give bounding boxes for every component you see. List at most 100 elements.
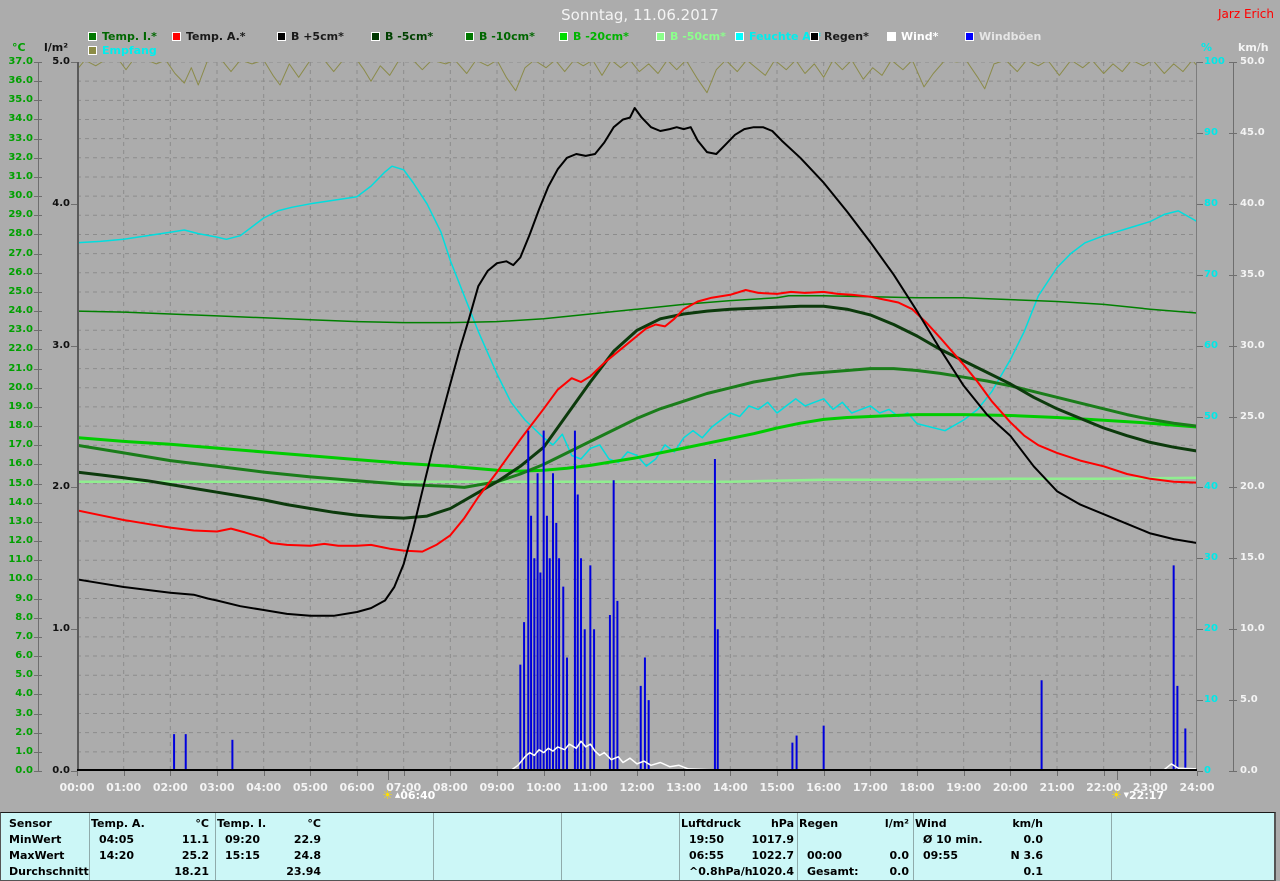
tick-hour — [1104, 771, 1105, 776]
table-separator — [679, 813, 680, 880]
tick-percent — [1197, 700, 1203, 701]
tick-label-celsius: 3.0 — [2, 709, 33, 719]
tick-hour — [1150, 771, 1151, 776]
tick-label-celsius: 21.0 — [2, 364, 33, 374]
axis-line — [38, 62, 39, 771]
tick-label-hour: 17:00 — [853, 781, 888, 794]
empfang-swatch-icon — [88, 46, 97, 55]
tick-label-hour: 02:00 — [153, 781, 188, 794]
tick-label-percent: 80 — [1204, 199, 1218, 209]
table-cell: 09:55N 3.6 — [923, 849, 1043, 862]
tick-label-kmh: 35.0 — [1240, 270, 1265, 280]
cell-time: Gesamt: — [807, 865, 859, 878]
legend-label: Regen* — [824, 30, 869, 43]
tick-hour — [824, 771, 825, 776]
tick-hour — [964, 771, 965, 776]
tick-label-celsius: 7.0 — [2, 632, 33, 642]
tick-hour — [870, 771, 871, 776]
tick-label-hour: 03:00 — [199, 781, 234, 794]
tick-label-celsius: 12.0 — [2, 536, 33, 546]
col-name: Temp. A. — [91, 817, 145, 830]
tick-percent — [1197, 417, 1203, 418]
col-name: Luftdruck — [681, 817, 741, 830]
tick-hour — [264, 771, 265, 776]
tick-celsius — [34, 637, 42, 638]
tick-label-celsius: 6.0 — [2, 651, 33, 661]
sunset-icon: ☀ — [1111, 788, 1122, 802]
tick-label-celsius: 27.0 — [2, 249, 33, 259]
cell-value: 23.94 — [286, 865, 321, 878]
table-col-header: LuftdruckhPa — [681, 817, 794, 830]
cell-value: 1020.4 — [752, 865, 794, 878]
tick-label-hour: 04:00 — [246, 781, 281, 794]
table-cell: Ø 10 min.0.0 — [923, 833, 1043, 846]
legend-item-b-20cm-: B -20cm* — [559, 30, 629, 42]
sunrise-time: 06:40 — [400, 789, 435, 802]
tick-label-lm2: 3.0 — [40, 341, 70, 351]
tick-kmh — [1229, 275, 1237, 276]
tick-label-hour: 00:00 — [59, 781, 94, 794]
tick-celsius — [34, 656, 42, 657]
col-name: Regen — [799, 817, 838, 830]
tick-label-hour: 13:00 — [666, 781, 701, 794]
table-cell: 09:2022.9 — [225, 833, 321, 846]
legend-item-wind-: Wind* — [887, 30, 938, 42]
cell-value: 0.0 — [890, 849, 910, 862]
tick-celsius — [34, 714, 42, 715]
tick-kmh — [1229, 417, 1237, 418]
tick-lm2 — [71, 204, 77, 205]
tick-label-lm2: 5.0 — [40, 57, 70, 67]
tick-label-percent: 60 — [1204, 341, 1218, 351]
tick-label-celsius: 26.0 — [2, 268, 33, 278]
tick-celsius — [34, 445, 42, 446]
tick-celsius — [34, 330, 42, 331]
table-col-header: Temp. A.°C — [91, 817, 209, 830]
legend-item-regen-: Regen* — [810, 30, 869, 42]
legend-label: Wind* — [901, 30, 938, 43]
table-row-label: MinWert — [9, 833, 61, 846]
tick-celsius — [34, 139, 42, 140]
tick-kmh — [1229, 629, 1237, 630]
table-separator — [215, 813, 216, 880]
tick-label-hour: 10:00 — [526, 781, 561, 794]
tick-hour — [544, 771, 545, 776]
tick-label-hour: 19:00 — [946, 781, 981, 794]
tick-celsius — [34, 158, 42, 159]
tick-lm2 — [71, 346, 77, 347]
tick-hour — [590, 771, 591, 776]
tick-kmh — [1229, 771, 1237, 772]
tick-hour — [77, 771, 78, 776]
legend-label: B -20cm* — [573, 30, 629, 43]
tick-label-celsius: 2.0 — [2, 728, 33, 738]
tick-label-celsius: 30.0 — [2, 191, 33, 201]
tick-label-celsius: 36.0 — [2, 76, 33, 86]
tick-hour — [917, 771, 918, 776]
legend-swatch-icon — [656, 32, 665, 41]
table-separator — [89, 813, 90, 880]
tick-hour — [1010, 771, 1011, 776]
col-unit: l/m² — [885, 817, 909, 830]
sunrise-tick — [388, 771, 389, 780]
tick-label-celsius: 34.0 — [2, 114, 33, 124]
tick-lm2 — [71, 487, 77, 488]
table-cell: 06:551022.7 — [689, 849, 794, 862]
legend-item-b-5cm-: B +5cm* — [277, 30, 344, 42]
tick-label-percent: 20 — [1204, 624, 1218, 634]
tick-label-celsius: 28.0 — [2, 229, 33, 239]
tick-label-celsius: 14.0 — [2, 498, 33, 508]
cell-time: 19:50 — [689, 833, 724, 846]
table-row-label: MaxWert — [9, 849, 64, 862]
tick-hour — [637, 771, 638, 776]
tick-label-percent: 0 — [1204, 766, 1211, 776]
cell-time: Ø 10 min. — [923, 833, 983, 846]
tick-label-celsius: 23.0 — [2, 325, 33, 335]
tick-celsius — [34, 464, 42, 465]
tick-label-celsius: 37.0 — [2, 57, 33, 67]
tick-celsius — [34, 369, 42, 370]
cell-value: 24.8 — [294, 849, 321, 862]
legend-label: Temp. A.* — [186, 30, 246, 43]
tick-label-kmh: 30.0 — [1240, 341, 1265, 351]
tick-label-celsius: 1.0 — [2, 747, 33, 757]
tick-hour — [450, 771, 451, 776]
tick-label-kmh: 10.0 — [1240, 624, 1265, 634]
